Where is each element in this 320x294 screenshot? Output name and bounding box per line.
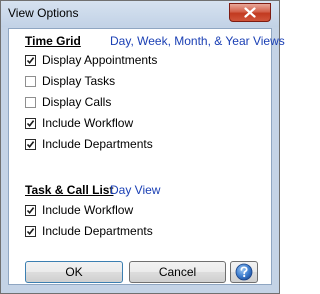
checkbox[interactable] <box>25 225 36 237</box>
cancel-button[interactable]: Cancel <box>129 261 226 283</box>
checkbox[interactable] <box>25 117 36 129</box>
ok-button[interactable]: OK <box>25 261 123 283</box>
checkbox[interactable] <box>25 138 36 150</box>
option-display-appointments[interactable]: Display Appointments <box>25 52 157 68</box>
time-grid-views-link[interactable]: Day, Week, Month, & Year Views <box>110 34 285 48</box>
checkmark-icon <box>26 119 35 127</box>
option-list-include-workflow[interactable]: Include Workflow <box>25 202 133 218</box>
time-grid-heading: Time Grid <box>25 34 81 48</box>
checkbox[interactable] <box>25 96 36 108</box>
option-include-workflow[interactable]: Include Workflow <box>25 115 133 131</box>
option-label: Include Departments <box>42 224 153 238</box>
task-call-list-day-view-link[interactable]: Day View <box>110 183 160 197</box>
checkmark-icon <box>26 56 35 64</box>
option-include-departments[interactable]: Include Departments <box>25 136 153 152</box>
checkbox[interactable] <box>25 204 36 216</box>
option-display-tasks[interactable]: Display Tasks <box>25 73 115 89</box>
option-label: Display Tasks <box>42 74 116 88</box>
option-display-calls[interactable]: Display Calls <box>25 94 111 110</box>
checkbox[interactable] <box>25 75 36 87</box>
task-call-list-heading: Task & Call List <box>25 183 114 197</box>
option-list-include-departments[interactable]: Include Departments <box>25 223 153 239</box>
help-button[interactable] <box>230 261 258 283</box>
view-options-dialog: View Options Time Grid Day, Week, Month,… <box>0 0 285 294</box>
option-label: Display Appointments <box>42 53 158 67</box>
help-icon <box>235 263 253 281</box>
checkmark-icon <box>26 206 35 214</box>
title-bar[interactable]: View Options <box>1 1 279 27</box>
checkmark-icon <box>26 227 35 235</box>
option-label: Include Workflow <box>42 116 134 130</box>
close-button[interactable] <box>229 3 271 22</box>
checkbox[interactable] <box>25 54 36 66</box>
window-title: View Options <box>8 6 79 20</box>
option-label: Include Workflow <box>42 203 134 217</box>
option-label: Include Departments <box>42 137 153 151</box>
checkmark-icon <box>26 140 35 148</box>
dialog-body: Time Grid Day, Week, Month, & Year Views… <box>8 28 285 285</box>
close-icon <box>244 7 256 18</box>
option-label: Display Calls <box>42 95 112 109</box>
